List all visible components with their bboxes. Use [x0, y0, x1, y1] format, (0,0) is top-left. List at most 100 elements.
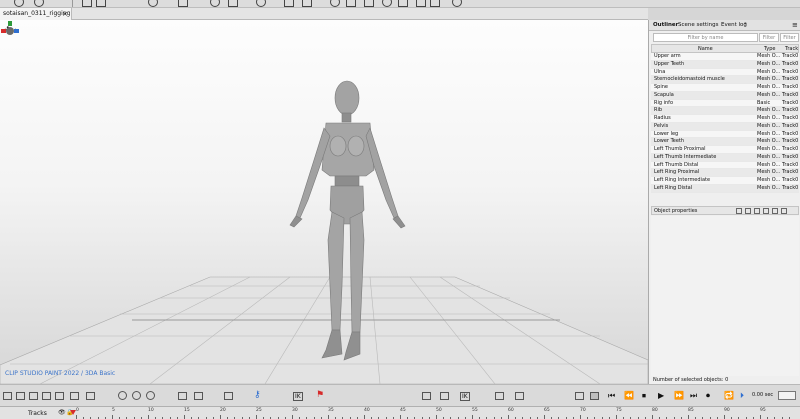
track-icon[interactable] — [29, 392, 38, 400]
list-item[interactable]: Left Ring Distal Mesh O... Track0 — [651, 184, 799, 193]
ik-button[interactable]: IK — [293, 392, 303, 401]
timeline-icon[interactable] — [495, 392, 504, 400]
skip-start-icon[interactable]: ⏮ — [608, 391, 615, 401]
ruler-tick-mark — [364, 415, 365, 419]
property-icon[interactable] — [754, 208, 760, 214]
next-frame-icon[interactable]: ⏩ — [674, 391, 684, 400]
list-item[interactable]: Rib Mesh O... Track0 — [651, 107, 799, 115]
wand-icon[interactable] — [575, 392, 584, 400]
split-icon[interactable] — [86, 392, 95, 400]
row-track: Track0 — [782, 138, 799, 145]
close-icon[interactable]: × — [62, 8, 68, 20]
speed-icon[interactable]: ⏵ — [740, 391, 744, 401]
list-item[interactable]: Pelvis Mesh O... Track0 — [651, 122, 799, 131]
row-name: Left Ring Distal — [654, 184, 693, 191]
name-filter-input[interactable]: Filter by name — [653, 33, 758, 42]
track-icon[interactable] — [70, 392, 79, 400]
rotate-icon[interactable] — [132, 391, 141, 400]
zoom-icon[interactable] — [34, 0, 44, 7]
ruler-tick-label: 85 — [688, 408, 694, 413]
track-icon[interactable] — [3, 392, 12, 400]
list-item[interactable]: Lower Teeth Mesh O... Track0 — [651, 138, 799, 146]
mesh-tool-icon[interactable] — [178, 0, 188, 7]
visibility-icon[interactable]: 👁 — [58, 409, 66, 416]
timeline[interactable]: Tracks 👁 🔒 0 5 10 15 20 25 30 35 40 45 50 55 60 65 70 7… — [0, 406, 800, 419]
track-icon[interactable] — [42, 392, 51, 400]
list-item[interactable]: Spine Mesh O... Track0 — [651, 84, 799, 92]
list-item[interactable]: Scapula Mesh O... Track0 — [651, 91, 799, 100]
list-item[interactable]: Sternocleidomastoid muscle Mesh O... Track… — [651, 76, 799, 84]
list-item[interactable]: Rig info Basic Track0 — [651, 99, 799, 108]
camera-icon[interactable] — [55, 392, 64, 400]
pose-tool-icon[interactable] — [302, 0, 312, 7]
list-item[interactable]: Upper Teeth Mesh O... Track0 — [651, 60, 799, 69]
document-tab[interactable]: sotaisan_0311_rigging × — [0, 8, 72, 20]
axis-gizmo-icon[interactable] — [0, 20, 20, 40]
play-icon[interactable]: ▶ — [658, 391, 664, 400]
tab-outliner[interactable]: Outliner — [653, 20, 678, 31]
curve-icon[interactable] — [440, 392, 449, 400]
snap-icon[interactable] — [330, 0, 340, 7]
track-icon[interactable] — [16, 392, 25, 400]
time-slider[interactable] — [778, 391, 796, 400]
pin-icon[interactable] — [148, 0, 158, 7]
grid-icon[interactable] — [416, 0, 426, 7]
loop-icon[interactable]: 🔁 — [724, 391, 734, 400]
bone-tool-icon[interactable] — [284, 0, 294, 7]
menu-icon[interactable]: ≡ — [792, 20, 798, 31]
timeline-ruler[interactable]: 0 5 10 15 20 25 30 35 40 45 50 55 60 65 70 75 80 85 90 95 — [76, 407, 800, 419]
view-icon[interactable] — [430, 0, 440, 7]
column-name[interactable]: Name — [698, 45, 713, 53]
render-icon[interactable] — [382, 0, 392, 7]
select-tool-icon[interactable] — [82, 0, 92, 7]
list-item[interactable]: Left Thumb Distal Mesh O... Track0 — [651, 161, 799, 170]
rotate-icon[interactable] — [146, 391, 155, 400]
rotate-tool-icon[interactable] — [210, 0, 220, 7]
list-item[interactable]: Upper arm Mesh O... Track0 — [651, 53, 799, 61]
column-track[interactable]: Track — [785, 45, 798, 53]
property-icon[interactable] — [763, 208, 769, 214]
track-filter-input[interactable]: Filter — [780, 33, 799, 42]
list-item[interactable]: Ulna Mesh O... Track0 — [651, 68, 799, 77]
list-item[interactable]: Left Ring Intermediate Mesh O... Track0 — [651, 177, 799, 185]
type-filter-input[interactable]: Filter — [759, 33, 779, 42]
property-icon[interactable] — [781, 208, 787, 214]
property-icon[interactable] — [772, 208, 778, 214]
skip-end-icon[interactable]: ⏭ — [690, 391, 697, 401]
refresh-icon[interactable] — [256, 0, 266, 7]
list-item[interactable]: Left Thumb Intermediate Mesh O... Track0 — [651, 153, 799, 162]
tab-event-log[interactable]: Event log — [721, 20, 747, 31]
list-item[interactable]: Lower leg Mesh O... Track0 — [651, 130, 799, 139]
key-icon[interactable]: ⚷ — [254, 390, 261, 400]
ruler-tick-mark — [76, 415, 77, 419]
keyframe-icon[interactable] — [194, 392, 203, 400]
property-icon[interactable] — [745, 208, 751, 214]
rotate-icon[interactable] — [118, 391, 127, 400]
ruler-tick-mark — [184, 415, 185, 419]
pose-mode-icon[interactable] — [590, 392, 599, 400]
ruler-tick-label: 0 — [76, 408, 79, 413]
keyframe-icon[interactable] — [178, 392, 187, 400]
layout-icon[interactable] — [398, 0, 408, 7]
property-icon[interactable] — [736, 208, 742, 214]
key-icon[interactable] — [224, 392, 233, 400]
tab-scene-settings[interactable]: Scene settings — [678, 20, 718, 31]
timeline-icon[interactable] — [515, 392, 524, 400]
undo-icon[interactable] — [14, 0, 24, 7]
scale-tool-icon[interactable] — [228, 0, 238, 7]
move-tool-icon[interactable] — [96, 0, 106, 7]
ik-toggle-button[interactable]: IK — [460, 392, 470, 401]
stop-icon[interactable]: ⏹ — [642, 391, 646, 401]
column-type[interactable]: Type — [764, 45, 775, 53]
flag-icon[interactable]: ⚑ — [316, 390, 324, 400]
list-item[interactable]: Left Ring Proximal Mesh O... Track0 — [651, 169, 799, 177]
list-item[interactable]: Left Thumb Proximal Mesh O... Track0 — [651, 146, 799, 154]
prev-frame-icon[interactable]: ⏪ — [624, 391, 634, 400]
list-item[interactable]: Radius Mesh O... Track0 — [651, 115, 799, 123]
settings-icon[interactable] — [452, 0, 462, 7]
camera-icon[interactable] — [346, 0, 356, 7]
light-icon[interactable] — [364, 0, 374, 7]
record-icon[interactable]: ⏺ — [706, 391, 710, 401]
3d-viewport[interactable]: ✣ › CLIP STUDIO PAINT 2022 / 3DA Basic — [0, 20, 648, 384]
keyframe-icon[interactable] — [422, 392, 431, 400]
